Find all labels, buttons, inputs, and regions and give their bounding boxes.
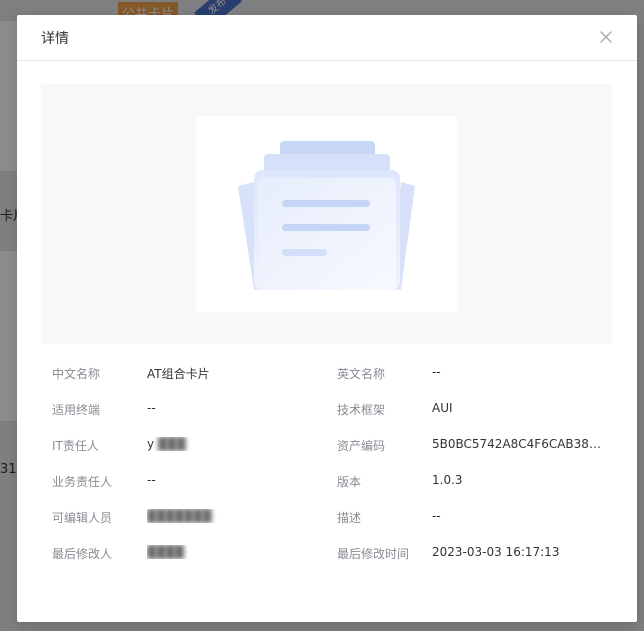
detail-label: 最后修改人	[52, 547, 113, 561]
asset-code-value[interactable]: 5B0BC5742A8C4F6CAB38D...	[432, 437, 602, 451]
detail-label: 技术框架	[337, 403, 386, 417]
detail-label: 可编辑人员	[52, 511, 113, 525]
detail-row: 最后修改人 ████ 最后修改时间 2023-03-03 16:17:13	[52, 539, 612, 575]
detail-label: 业务责任人	[52, 475, 113, 489]
close-icon	[600, 31, 612, 43]
it-owner-value: y ███	[147, 437, 317, 451]
detail-label: 适用终端	[52, 403, 101, 417]
close-button[interactable]	[597, 28, 615, 46]
document-folder-illustration-icon	[238, 141, 415, 290]
detail-value: AUI	[432, 401, 453, 415]
detail-modal: 详情 中文名称 AT组合卡片 英文名称 -- 适用终端 -- 技术框架 AUI …	[17, 15, 637, 622]
detail-row: 业务责任人 -- 版本 1.0.3	[52, 467, 612, 503]
editors-value: ███████	[147, 509, 317, 523]
detail-value: y	[147, 437, 155, 451]
detail-value: 2023-03-03 16:17:13	[432, 545, 560, 559]
redacted-text: ███	[157, 437, 186, 451]
detail-label: 中文名称	[52, 367, 101, 381]
detail-row: 中文名称 AT组合卡片 英文名称 --	[52, 359, 612, 395]
detail-row: 可编辑人员 ███████ 描述 --	[52, 503, 612, 539]
detail-label: 最后修改时间	[337, 547, 410, 561]
preview-image	[196, 116, 457, 312]
detail-value: --	[432, 365, 441, 379]
detail-label: 资产编码	[337, 439, 386, 453]
detail-value: --	[147, 473, 156, 487]
redacted-text: ███████	[147, 509, 212, 523]
detail-label: 版本	[337, 475, 362, 489]
redacted-text: ████	[147, 545, 184, 559]
last-modifier-value: ████	[147, 545, 317, 559]
modal-header: 详情	[17, 15, 637, 61]
detail-label: 描述	[337, 511, 362, 525]
detail-row: IT责任人 y ███ 资产编码 5B0BC5742A8C4F6CAB38D..…	[52, 431, 612, 467]
detail-label: IT责任人	[52, 439, 99, 453]
detail-value: 1.0.3	[432, 473, 463, 487]
detail-label: 英文名称	[337, 367, 386, 381]
detail-value: --	[432, 509, 441, 523]
detail-value: AT组合卡片	[147, 367, 210, 381]
modal-title: 详情	[41, 31, 69, 47]
detail-value: --	[147, 401, 156, 415]
detail-row: 适用终端 -- 技术框架 AUI	[52, 395, 612, 431]
card-preview	[41, 84, 612, 344]
detail-info: 中文名称 AT组合卡片 英文名称 -- 适用终端 -- 技术框架 AUI IT责…	[52, 359, 612, 575]
